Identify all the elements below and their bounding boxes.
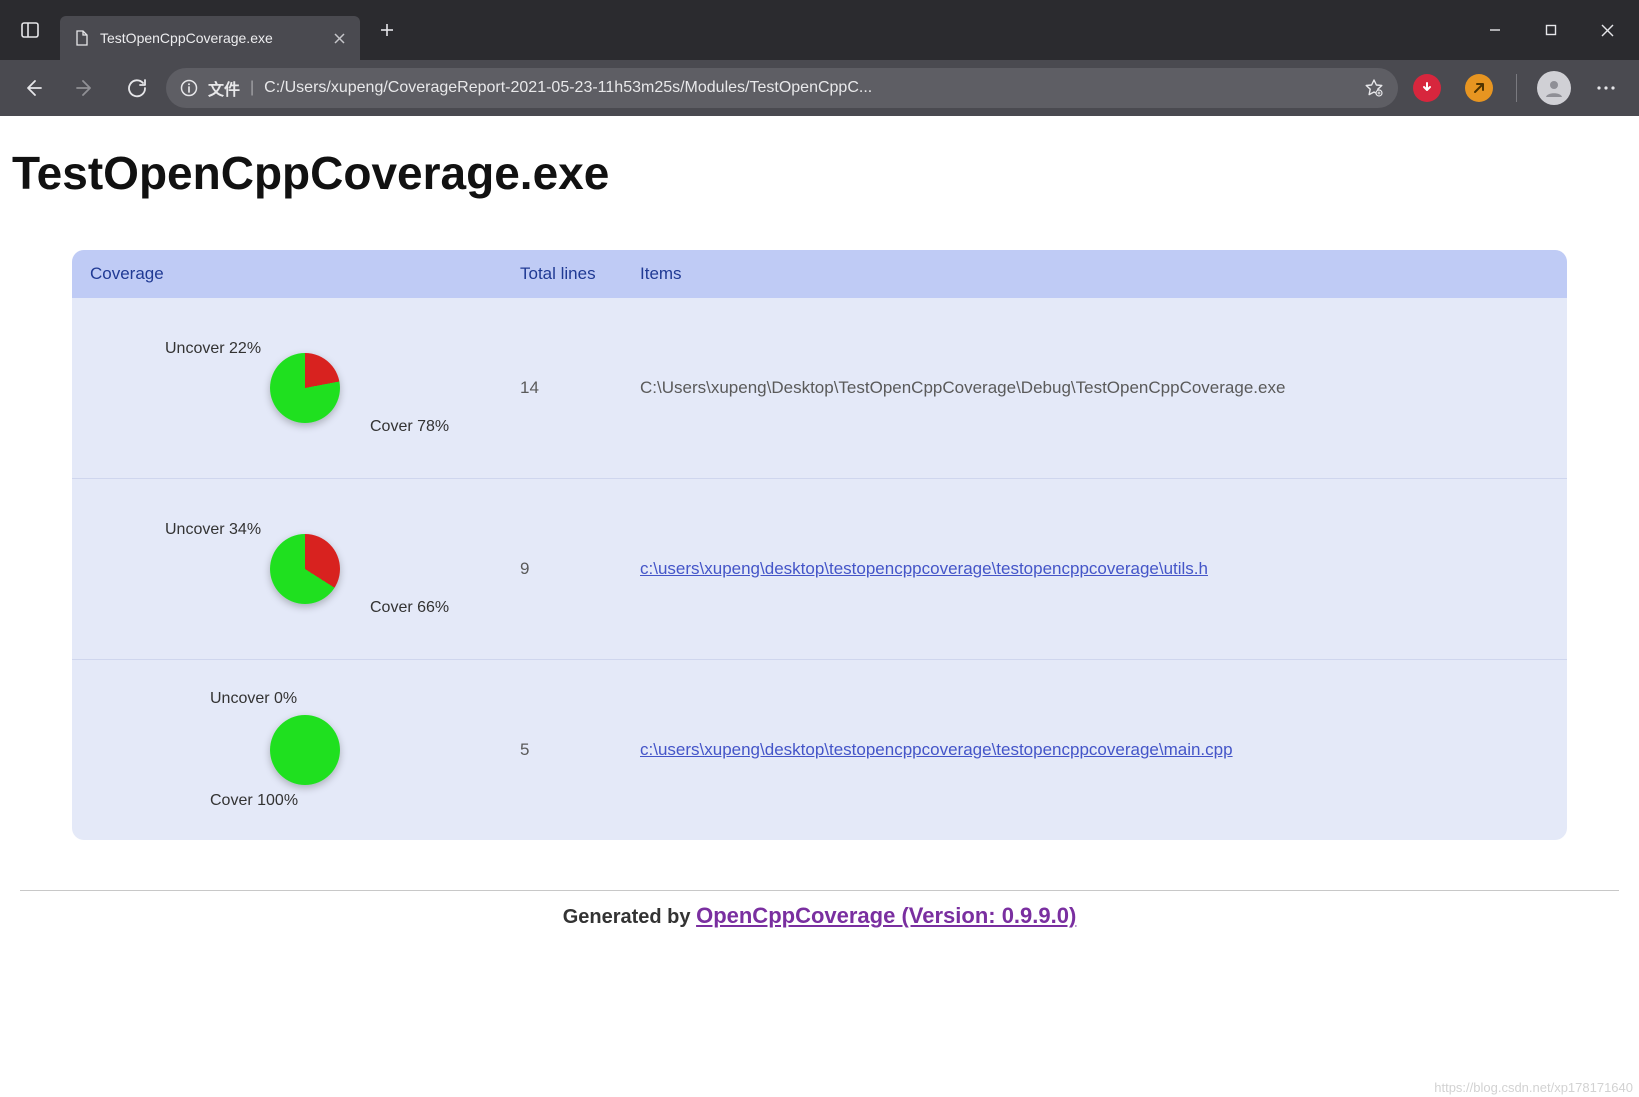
window-maximize-button[interactable] [1523,0,1579,60]
reload-button[interactable] [114,65,160,111]
uncover-label: Uncover 0% [210,690,297,708]
forward-button[interactable] [62,65,108,111]
coverage-pie-chart: Uncover 22% Cover 78% [90,328,520,448]
minimize-icon [1489,24,1501,36]
uncover-label: Uncover 34% [165,521,261,539]
close-tab-icon[interactable] [333,32,346,45]
footer: Generated by OpenCppCoverage (Version: 0… [12,903,1627,939]
tablist-icon [20,20,40,40]
tab-title: TestOpenCppCoverage.exe [100,30,323,46]
tab-actions-button[interactable] [0,0,60,60]
pie-icon [270,353,340,423]
cell-total-lines: 5 [520,740,640,760]
address-type-label: 文件 [208,76,240,100]
cell-item: c:\users\xupeng\desktop\testopencppcover… [640,559,1549,579]
item-text: C:\Users\xupeng\Desktop\TestOpenCppCover… [640,378,1285,397]
header-items[interactable]: Items [640,264,1549,284]
table-row: Uncover 0% Cover 100% 5c:\users\xupeng\des… [72,659,1567,840]
footer-link[interactable]: OpenCppCoverage (Version: 0.9.9.0) [696,903,1076,928]
browser-tab[interactable]: TestOpenCppCoverage.exe [60,16,360,60]
extension-1-button[interactable] [1404,65,1450,111]
maximize-icon [1545,24,1557,36]
cell-coverage: Uncover 34% Cover 66% [90,509,520,629]
ellipsis-icon [1596,85,1616,91]
window-close-button[interactable] [1579,0,1635,60]
item-link[interactable]: c:\users\xupeng\desktop\testopencppcover… [640,559,1208,578]
close-icon [1601,24,1614,37]
arrow-right-icon [75,78,95,98]
info-icon[interactable] [180,79,198,97]
address-bar[interactable]: 文件 | C:/Users/xupeng/CoverageReport-2021… [166,68,1398,108]
table-header-row: Coverage Total lines Items [72,250,1567,298]
cell-coverage: Uncover 22% Cover 78% [90,328,520,448]
toolbar-separator [1516,74,1517,102]
coverage-pie-chart: Uncover 0% Cover 100% [90,690,520,810]
extension-red-icon [1413,74,1441,102]
arrow-left-icon [23,78,43,98]
cell-coverage: Uncover 0% Cover 100% [90,690,520,810]
pie-icon [270,715,340,785]
extension-2-button[interactable] [1456,65,1502,111]
file-icon [74,30,90,46]
browser-titlebar: TestOpenCppCoverage.exe [0,0,1639,60]
table-row: Uncover 34% Cover 66% 9c:\users\xupeng\des… [72,478,1567,659]
address-separator: | [250,79,254,97]
window-minimize-button[interactable] [1467,0,1523,60]
favorite-icon[interactable] [1364,78,1384,98]
overflow-menu-button[interactable] [1583,65,1629,111]
cell-total-lines: 9 [520,559,640,579]
page-title: TestOpenCppCoverage.exe [12,146,1627,200]
profile-avatar-icon [1537,71,1571,105]
table-row: Uncover 22% Cover 78% 14C:\Users\xupeng\De… [72,298,1567,478]
cover-label: Cover 66% [370,599,449,617]
window-controls [1467,0,1639,60]
profile-button[interactable] [1531,65,1577,111]
coverage-report-table: Coverage Total lines Items Uncover 22% Co… [72,250,1567,840]
watermark: https://blog.csdn.net/xp178171640 [1434,1080,1633,1095]
plus-icon [380,23,394,37]
page-viewport[interactable]: TestOpenCppCoverage.exe Coverage Total l… [0,116,1639,1097]
cell-total-lines: 14 [520,378,640,398]
new-tab-button[interactable] [368,11,406,49]
back-button[interactable] [10,65,56,111]
extension-orange-icon [1465,74,1493,102]
header-total-lines[interactable]: Total lines [520,264,640,284]
footer-prefix: Generated by [563,906,696,928]
item-link[interactable]: c:\users\xupeng\desktop\testopencppcover… [640,740,1233,759]
reload-icon [127,78,147,98]
cell-item: C:\Users\xupeng\Desktop\TestOpenCppCover… [640,378,1549,398]
cover-label: Cover 100% [210,792,298,810]
cell-item: c:\users\xupeng\desktop\testopencppcover… [640,740,1549,760]
cover-label: Cover 78% [370,418,449,436]
uncover-label: Uncover 22% [165,340,261,358]
pie-icon [270,534,340,604]
browser-toolbar: 文件 | C:/Users/xupeng/CoverageReport-2021… [0,60,1639,116]
footer-separator [20,890,1619,891]
address-url: C:/Users/xupeng/CoverageReport-2021-05-2… [264,79,1354,97]
header-coverage[interactable]: Coverage [90,264,520,284]
coverage-pie-chart: Uncover 34% Cover 66% [90,509,520,629]
